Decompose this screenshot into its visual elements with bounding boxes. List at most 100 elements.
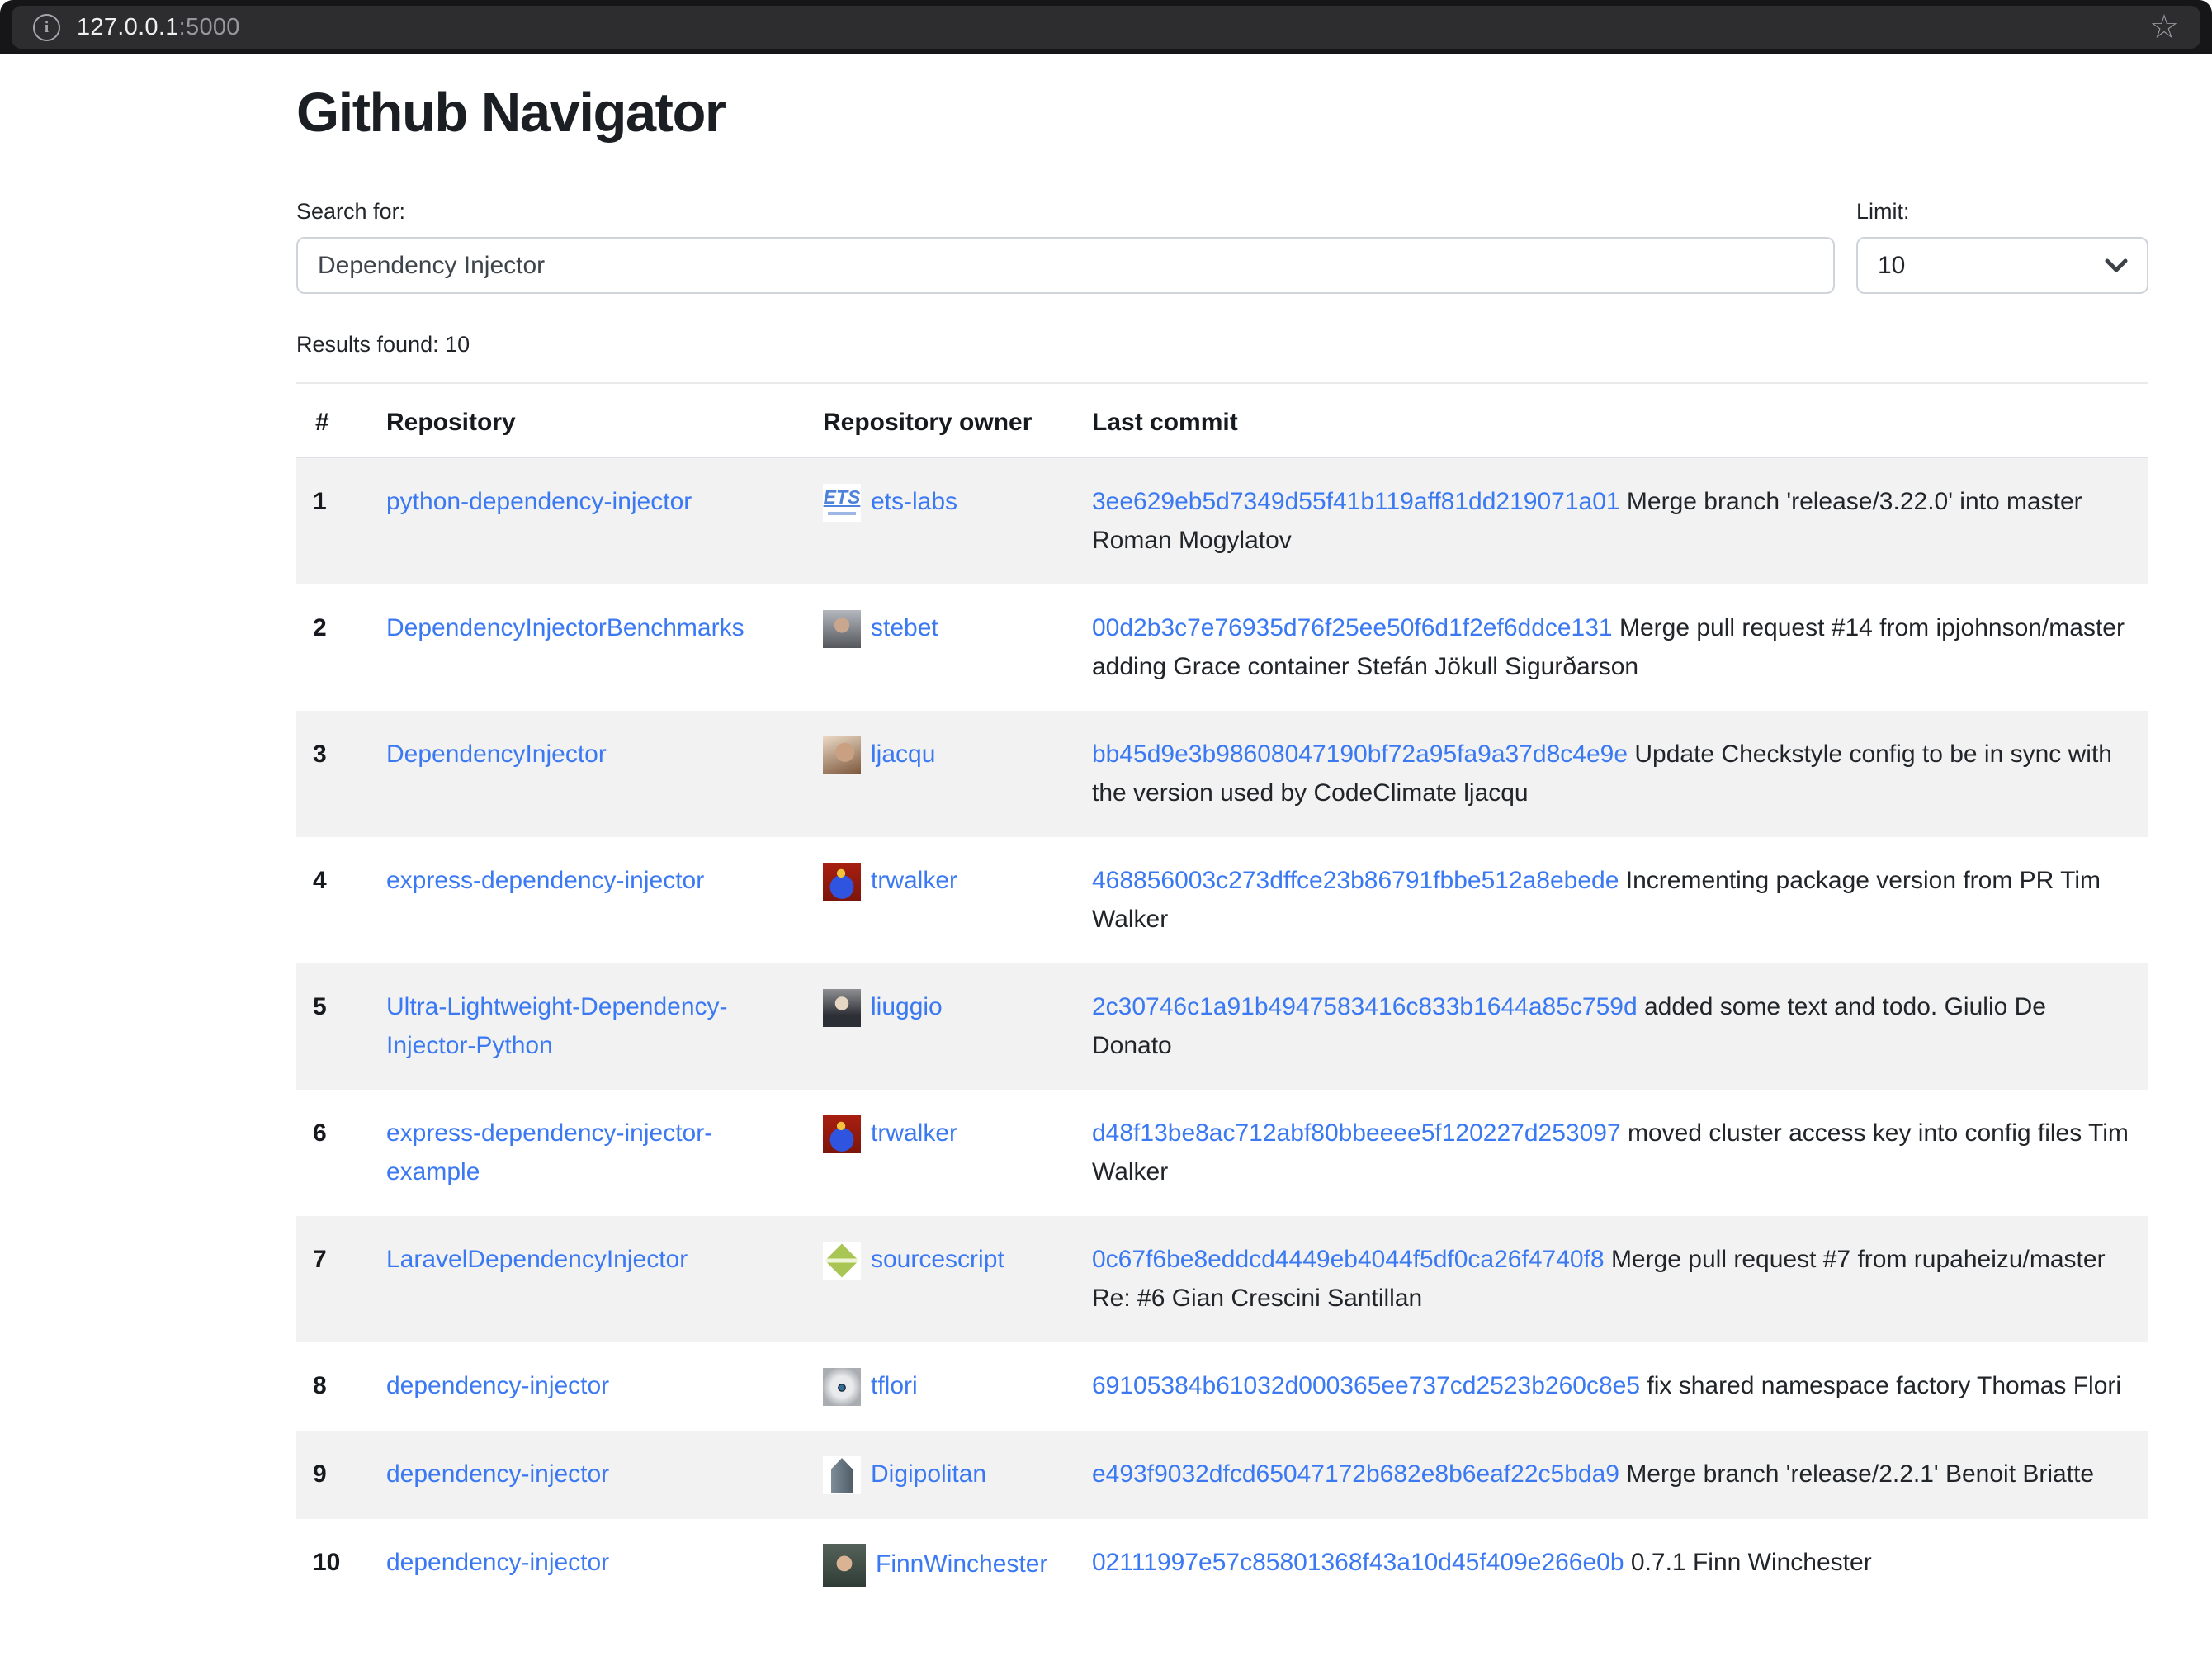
owner-avatar xyxy=(823,736,861,774)
commit-sha-link[interactable]: 69105384b61032d000365ee737cd2523b260c8e5 xyxy=(1092,1372,1640,1399)
owner-link[interactable]: sourcescript xyxy=(871,1246,1004,1273)
owner-cell: Digipolitan xyxy=(806,1431,1075,1519)
table-row: 1python-dependency-injectorETSets-labs3e… xyxy=(296,457,2148,584)
repository-cell: Ultra-Lightweight-Dependency-Injector-Py… xyxy=(370,963,806,1090)
owner-avatar xyxy=(823,1456,861,1494)
search-controls: Search for: Limit: 10 xyxy=(296,199,2148,294)
commit-sha-link[interactable]: 02111997e57c85801368f43a10d45f409e266e0b xyxy=(1092,1549,1624,1576)
avatar-logo-text: ETS xyxy=(823,488,861,507)
commit-message: 0.7.1 Finn Winchester xyxy=(1631,1549,1872,1576)
table-row: 8 dependency-injector tflori 69105384b61032… xyxy=(296,1342,2148,1431)
repository-link[interactable]: dependency-injector xyxy=(386,1549,609,1576)
owner-link[interactable]: liuggio xyxy=(871,993,943,1020)
results-table: # Repository Repository owner Last commi… xyxy=(296,384,2148,1611)
commit-sha-link[interactable]: d48f13be8ac712abf80bbeeee5f120227d253097 xyxy=(1092,1119,1621,1147)
table-row: 10dependency-injectorFinnWinchester02111… xyxy=(296,1519,2148,1611)
repository-link[interactable]: dependency-injector xyxy=(386,1372,609,1399)
repository-link[interactable]: python-dependency-injector xyxy=(386,488,692,515)
repository-cell: python-dependency-injector xyxy=(370,457,806,584)
url-port: :5000 xyxy=(179,14,240,40)
search-input[interactable] xyxy=(296,237,1835,294)
row-number: 9 xyxy=(296,1431,370,1519)
table-row: 6express-dependency-injector-example trwa… xyxy=(296,1090,2148,1216)
commit-message: Merge branch 'release/2.2.1' Benoit Bria… xyxy=(1626,1460,2094,1488)
commit-cell: 02111997e57c85801368f43a10d45f409e266e0b… xyxy=(1075,1519,2148,1611)
repository-link[interactable]: express-dependency-injector xyxy=(386,867,704,894)
owner-avatar: ETS xyxy=(823,484,861,522)
row-number: 8 xyxy=(296,1342,370,1431)
owner-cell: sourcescript xyxy=(806,1216,1075,1342)
commit-cell: e493f9032dfcd65047172b682e8b6eaf22c5bda9… xyxy=(1075,1431,2148,1519)
repository-cell: express-dependency-injector xyxy=(370,837,806,963)
repository-cell: dependency-injector xyxy=(370,1342,806,1431)
owner-link[interactable]: ets-labs xyxy=(871,488,957,515)
bookmark-star-icon[interactable]: ☆ xyxy=(2149,11,2179,44)
limit-select-wrap: 10 xyxy=(1856,237,2148,294)
table-row: 9 dependency-injector Digipolitan e493f9032… xyxy=(296,1431,2148,1519)
owner-link[interactable]: FinnWinchester xyxy=(876,1550,1047,1578)
owner-link[interactable]: tflori xyxy=(871,1372,918,1399)
owner-cell: ljacqu xyxy=(806,711,1075,837)
repository-cell: DependencyInjectorBenchmarks xyxy=(370,584,806,711)
avatar-logo-subline xyxy=(828,512,856,515)
results-count: Results found: 10 xyxy=(296,332,2148,357)
row-number: 7 xyxy=(296,1216,370,1342)
repository-link[interactable]: DependencyInjector xyxy=(386,741,607,768)
owner-cell: stebet xyxy=(806,584,1075,711)
diamond-logo-icon xyxy=(825,1244,858,1278)
commit-cell: d48f13be8ac712abf80bbeeee5f120227d253097… xyxy=(1075,1090,2148,1216)
commit-sha-link[interactable]: 00d2b3c7e76935d76f25ee50f6d1f2ef6ddce131 xyxy=(1092,614,1613,641)
commit-cell: 3ee629eb5d7349d55f41b119aff81dd219071a01… xyxy=(1075,457,2148,584)
url-bar[interactable]: i 127.0.0.1:5000 ☆ xyxy=(12,6,2200,49)
owner-cell: trwalker xyxy=(806,1090,1075,1216)
owner-avatar xyxy=(823,1544,866,1587)
owner-cell: liuggio xyxy=(806,963,1075,1090)
info-icon[interactable]: i xyxy=(33,14,60,41)
repository-cell: LaravelDependencyInjector xyxy=(370,1216,806,1342)
table-row: 2 DependencyInjectorBenchmarks stebet 00d2b… xyxy=(296,584,2148,711)
owner-cell: ETS ets-labs xyxy=(806,457,1075,584)
repository-cell: DependencyInjector xyxy=(370,711,806,837)
commit-sha-link[interactable]: 2c30746c1a91b4947583416c833b1644a85c759d xyxy=(1092,993,1638,1020)
owner-link[interactable]: trwalker xyxy=(871,867,957,894)
limit-label: Limit: xyxy=(1856,199,2148,225)
repository-cell: express-dependency-injector-example xyxy=(370,1090,806,1216)
owner-link[interactable]: stebet xyxy=(871,614,938,641)
commit-sha-link[interactable]: 0c67f6be8eddcd4449eb4044f5df0ca26f4740f8 xyxy=(1092,1246,1605,1273)
url-text: 127.0.0.1:5000 xyxy=(77,14,240,41)
repository-link[interactable]: express-dependency-injector-example xyxy=(386,1119,712,1185)
commit-cell: 2c30746c1a91b4947583416c833b1644a85c759d… xyxy=(1075,963,2148,1090)
commit-sha-link[interactable]: 3ee629eb5d7349d55f41b119aff81dd219071a01 xyxy=(1092,488,1620,515)
commit-sha-link[interactable]: e493f9032dfcd65047172b682e8b6eaf22c5bda9 xyxy=(1092,1460,1619,1488)
repository-cell: dependency-injector xyxy=(370,1431,806,1519)
repository-link[interactable]: DependencyInjectorBenchmarks xyxy=(386,614,744,641)
url-host: 127.0.0.1 xyxy=(77,14,179,40)
table-row: 7 LaravelDependencyInjector sourcescript 0c… xyxy=(296,1216,2148,1342)
commit-cell: 0c67f6be8eddcd4449eb4044f5df0ca26f4740f8… xyxy=(1075,1216,2148,1342)
commit-cell: bb45d9e3b98608047190bf72a95fa9a37d8c4e9e… xyxy=(1075,711,2148,837)
repository-link[interactable]: dependency-injector xyxy=(386,1460,609,1488)
commit-message: fix shared namespace factory Thomas Flor… xyxy=(1647,1372,2121,1399)
row-number: 2 xyxy=(296,584,370,711)
owner-link[interactable]: trwalker xyxy=(871,1119,957,1147)
owner-link[interactable]: ljacqu xyxy=(871,741,935,768)
commit-sha-link[interactable]: bb45d9e3b98608047190bf72a95fa9a37d8c4e9e xyxy=(1092,741,1628,768)
row-number: 3 xyxy=(296,711,370,837)
owner-cell: FinnWinchester xyxy=(806,1519,1075,1611)
limit-select[interactable]: 10 xyxy=(1856,237,2148,294)
column-header-last-commit: Last commit xyxy=(1075,384,2148,457)
search-field-group: Search for: xyxy=(296,199,1835,294)
row-number: 6 xyxy=(296,1090,370,1216)
page-content: Github Navigator Search for: Limit: 10 R… xyxy=(296,81,2148,1611)
row-number: 4 xyxy=(296,837,370,963)
column-header-repository: Repository xyxy=(370,384,806,457)
repository-link[interactable]: LaravelDependencyInjector xyxy=(386,1246,688,1273)
owner-link[interactable]: Digipolitan xyxy=(871,1460,986,1488)
commit-sha-link[interactable]: 468856003c273dffce23b86791fbbe512a8ebede xyxy=(1092,867,1619,894)
building-logo-icon xyxy=(831,1458,853,1493)
search-label: Search for: xyxy=(296,199,1835,225)
repository-link[interactable]: Ultra-Lightweight-Dependency-Injector-Py… xyxy=(386,993,728,1059)
owner-avatar xyxy=(823,610,861,648)
row-number: 5 xyxy=(296,963,370,1090)
commit-cell: 69105384b61032d000365ee737cd2523b260c8e5… xyxy=(1075,1342,2148,1431)
